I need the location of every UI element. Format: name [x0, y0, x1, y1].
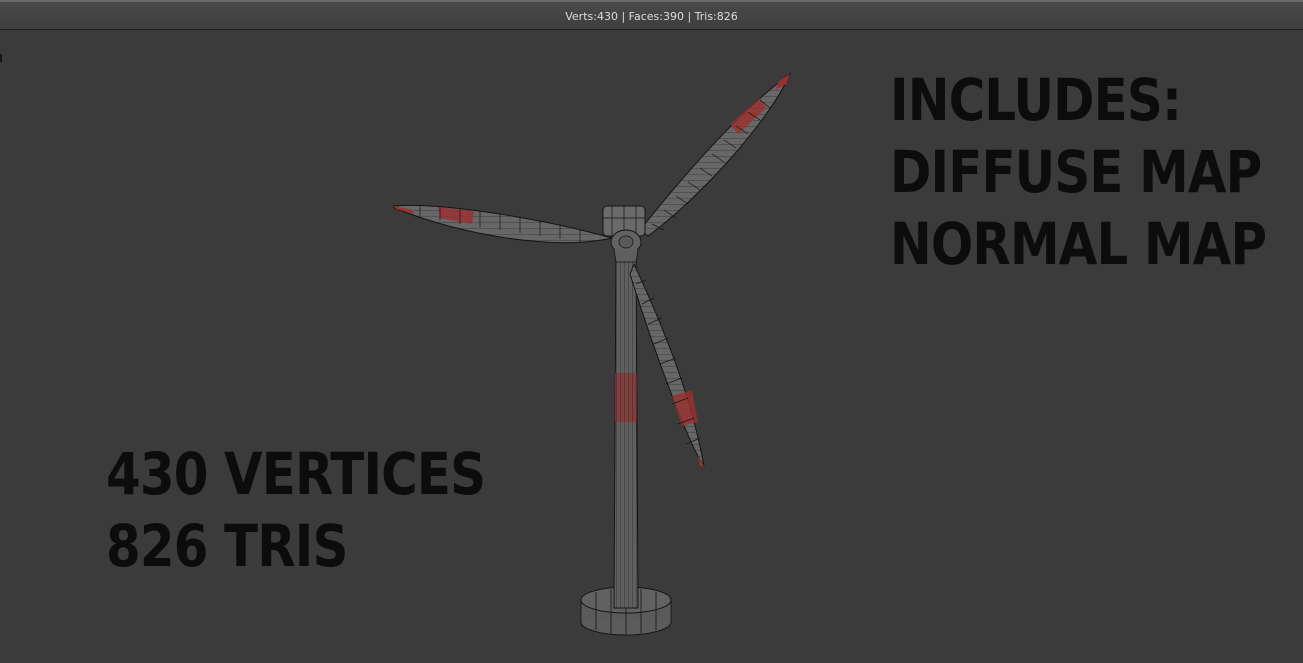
viewport-header: Verts:430 | Faces:390 | Tris:826 [0, 0, 1303, 30]
scene-stats: Verts:430 | Faces:390 | Tris:826 [565, 10, 738, 23]
wind-turbine-model[interactable] [0, 30, 1303, 663]
3d-viewport[interactable]: INCLUDES: DIFFUSE MAP NORMAL MAP 430 VER… [0, 30, 1303, 663]
turbine-blade-top [639, 72, 792, 237]
turbine-blade-lower [629, 262, 705, 467]
turbine-tower [613, 251, 639, 609]
turbine-nacelle [602, 205, 646, 263]
turbine-blade-left [393, 204, 613, 244]
